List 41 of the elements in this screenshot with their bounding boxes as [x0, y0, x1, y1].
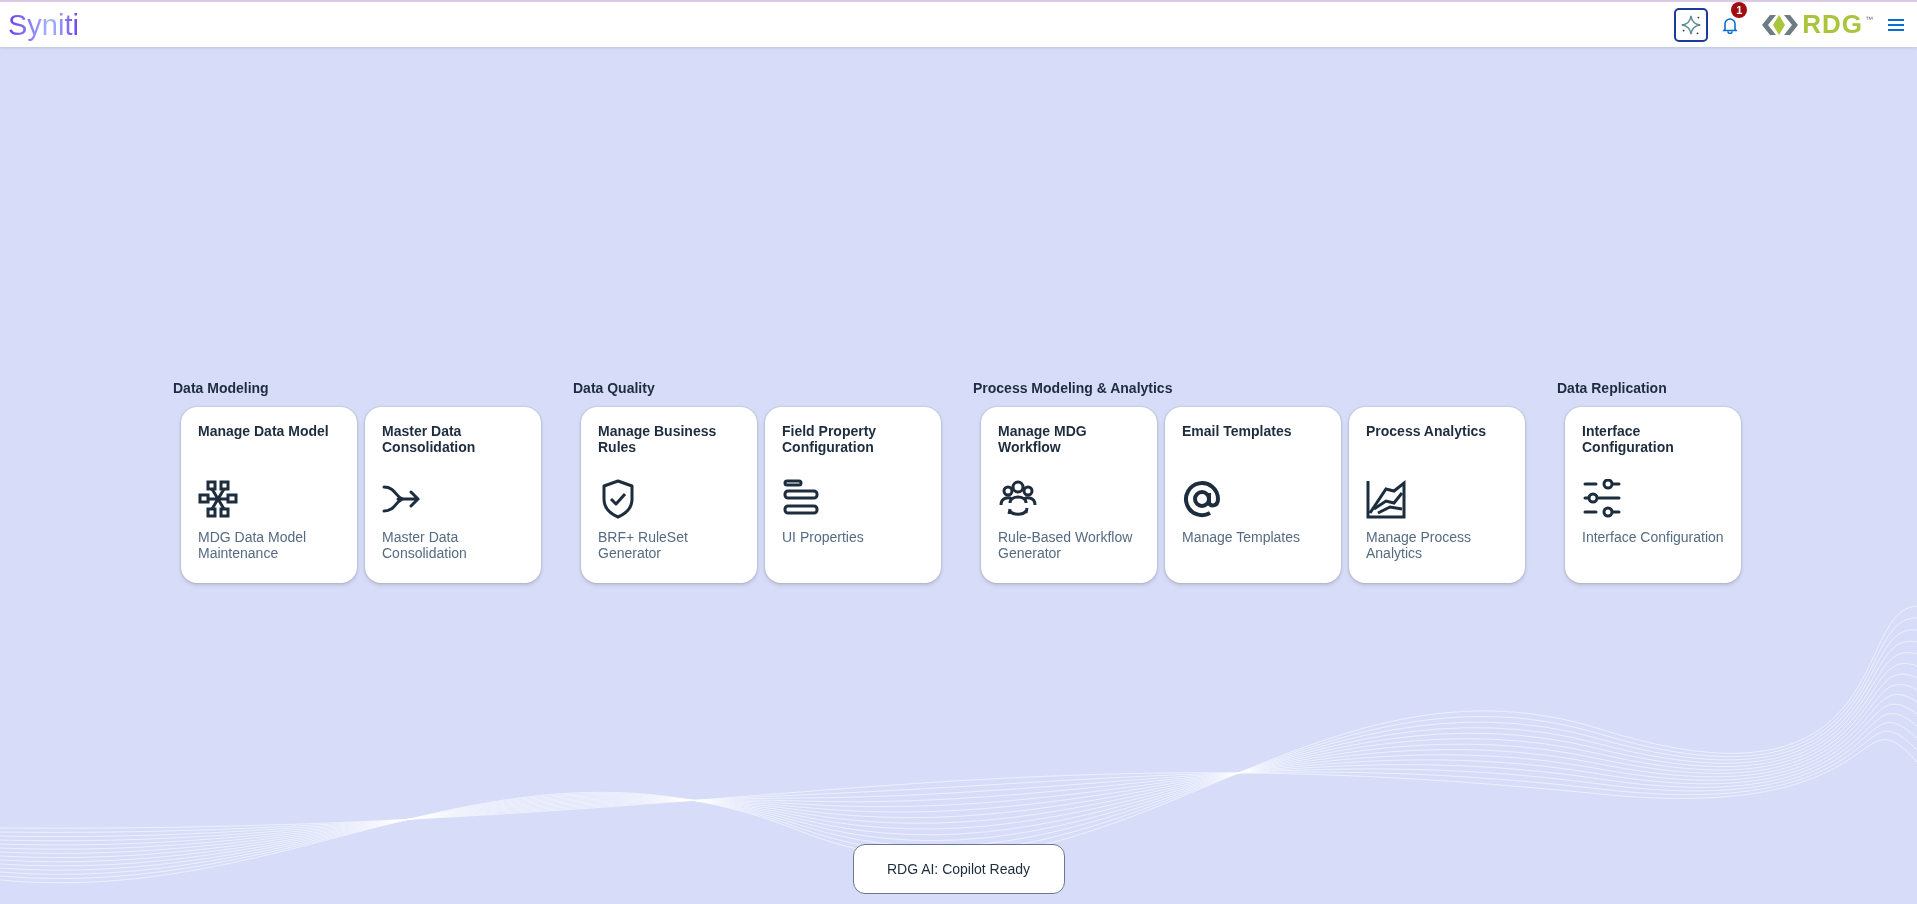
trademark-mark: ™	[1865, 15, 1873, 24]
tile-subtitle: MDG Data Model Maintenance	[198, 529, 308, 561]
app-tile[interactable]: Interface Configuration Interface Configuration	[1565, 407, 1741, 583]
tile-title: Manage Business Rules	[598, 423, 718, 455]
tile-subtitle: Rule-Based Workflow Generator	[998, 529, 1134, 561]
tile-subtitle: Manage Templates	[1182, 529, 1302, 545]
tile-subtitle: BRF+ RuleSet Generator	[598, 529, 689, 561]
sliders-icon	[1582, 479, 1622, 519]
at-sign-icon	[1182, 479, 1222, 519]
chevron-logo-icon	[1760, 12, 1801, 37]
tile-title: Manage Data Model	[198, 423, 330, 439]
app-tile[interactable]: Manage MDG Workflow Rule-Based Workflow Generator	[981, 407, 1157, 583]
network-icon	[198, 479, 238, 519]
app-tile[interactable]: Manage Data Model MDG Data Model Maintenance	[181, 407, 357, 583]
tile-subtitle: Interface Configuration	[1582, 529, 1724, 545]
people-sync-icon	[998, 479, 1038, 519]
tile-subtitle: Manage Process Analytics	[1366, 529, 1473, 561]
app-tile[interactable]: Email Templates Manage Templates	[1165, 407, 1341, 583]
app-tile[interactable]: Process Analytics Manage Process Analytics	[1349, 407, 1525, 583]
tile-title: Manage MDG Workflow	[998, 423, 1088, 455]
copilot-status-button[interactable]: RDG AI: Copilot Ready	[852, 844, 1065, 894]
bell-icon[interactable]	[1722, 15, 1739, 34]
menu-icon[interactable]	[1887, 17, 1905, 32]
tile-subtitle: UI Properties	[782, 529, 865, 545]
app-tile[interactable]: Master Data Consolidation Master Data Consolidation	[365, 407, 541, 583]
group-title: Data Replication	[1557, 380, 1668, 396]
app-tile[interactable]: Manage Business Rules BRF+ RuleSet Generator	[581, 407, 757, 583]
notification-badge: 1	[1731, 1, 1748, 18]
brand-text: RDG	[1802, 9, 1863, 40]
app-tile[interactable]: Field Property Configuration UI Properties	[765, 407, 941, 583]
group-title: Data Modeling	[173, 380, 270, 396]
tile-title: Interface Configuration	[1582, 423, 1675, 455]
tile-title: Process Analytics	[1366, 423, 1488, 439]
tile-title: Field Property Configuration	[782, 423, 878, 455]
tile-title: Master Data Consolidation	[382, 423, 477, 455]
group-title: Process Modeling & Analytics	[973, 380, 1174, 396]
sparkle-icon[interactable]	[1674, 7, 1709, 42]
tile-title: Email Templates	[1182, 423, 1293, 439]
group-title: Data Quality	[573, 380, 656, 396]
tile-subtitle: Master Data Consolidation	[382, 529, 468, 561]
area-chart-icon	[1366, 479, 1406, 519]
